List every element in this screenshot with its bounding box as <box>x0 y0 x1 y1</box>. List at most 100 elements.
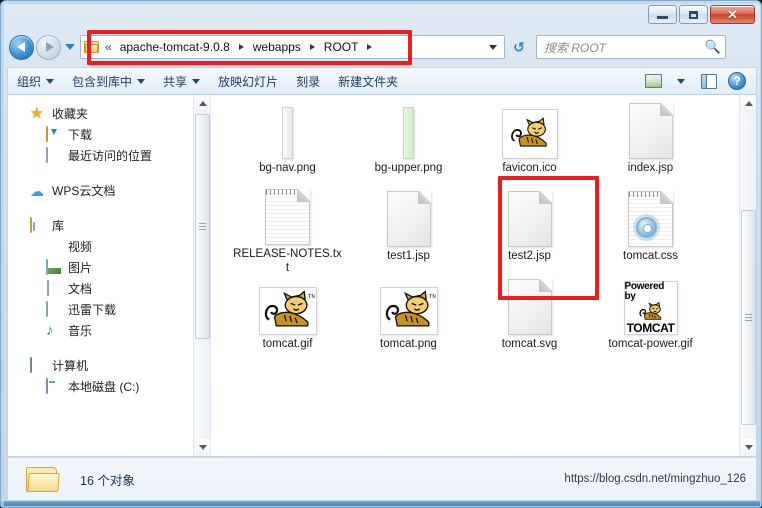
close-button[interactable]: ✕ <box>710 5 755 24</box>
recent-pages-dropdown[interactable] <box>65 44 75 50</box>
search-input[interactable]: 搜索 ROOT <box>544 39 705 56</box>
toolbar-item-include-in-library[interactable]: 包含到库中 <box>63 70 154 93</box>
toolbar-item-organize[interactable]: 组织 <box>8 70 63 93</box>
sidebar-item-label: 本地磁盘 (C:) <box>68 380 140 394</box>
nav-group-favorites: ★ 收藏夹 下载 最近访问的位置 <box>8 103 210 166</box>
breadcrumb-separator-icon[interactable] <box>238 44 244 50</box>
cloud-icon: ☁ <box>30 182 44 199</box>
forward-arrow-icon <box>45 42 54 52</box>
change-view-button[interactable] <box>640 70 666 92</box>
sidebar-item-label: 视频 <box>68 240 93 254</box>
minimize-button[interactable] <box>648 5 677 24</box>
toolbar-item-share[interactable]: 共享 <box>154 70 209 93</box>
image-bar-green-icon <box>403 107 414 159</box>
tomcat-powered-icon: Powered by TOMCAT <box>623 281 678 335</box>
breadcrumb-item-0[interactable]: apache-tomcat-9.0.8 <box>117 38 233 56</box>
maximize-icon <box>689 10 698 19</box>
navigation-row: « apache-tomcat-9.0.8 webapps ROOT ↺ 搜索 … <box>1 29 761 65</box>
chevron-up-icon <box>198 101 207 106</box>
scrollbar-thumb[interactable] <box>195 114 210 339</box>
sidebar-item-favorites[interactable]: ★ 收藏夹 <box>8 103 210 124</box>
filepane-scrollbar[interactable] <box>739 95 756 456</box>
file-item[interactable]: TM tomcat.gif <box>227 275 348 363</box>
breadcrumb-separator-icon[interactable] <box>309 44 315 50</box>
help-icon: ? <box>728 72 746 90</box>
file-item[interactable]: favicon.ico <box>469 99 590 187</box>
back-button[interactable] <box>9 34 34 60</box>
sidebar-item-libraries[interactable]: 库 <box>8 215 210 236</box>
sidebar-item-downloads[interactable]: 下载 <box>8 124 210 145</box>
file-item[interactable]: tomcat.svg <box>469 275 590 363</box>
folder-icon <box>26 465 60 494</box>
sidebar-item-music[interactable]: ♪ 音乐 <box>8 320 210 341</box>
file-item[interactable]: tomcat.css <box>590 187 711 275</box>
thunder-download-icon <box>46 300 62 318</box>
explorer-window: ✕ « apache-tomcat-9.0.8 webapps ROOT ↺ 搜… <box>0 0 762 508</box>
sidebar-item-computer[interactable]: 计算机 <box>8 355 210 376</box>
chevron-down-icon <box>192 78 201 84</box>
file-item[interactable]: TM tomcat.png <box>348 275 469 363</box>
file-item[interactable]: test1.jsp <box>348 187 469 275</box>
file-item[interactable]: Powered by TOMCAT tomcat-power.gif <box>590 275 711 363</box>
navpane-scrollbar[interactable] <box>193 95 210 456</box>
toolbar-label: 放映幻灯片 <box>218 74 279 89</box>
file-thumbnail <box>377 189 441 247</box>
file-item[interactable]: bg-upper.png <box>348 99 469 187</box>
refresh-button[interactable]: ↺ <box>508 35 530 59</box>
chevron-down-icon <box>489 44 497 50</box>
preview-pane-icon <box>701 73 717 89</box>
breadcrumb-item-1[interactable]: webapps <box>250 38 304 56</box>
file-item-test2-jsp[interactable]: test2.jsp <box>469 187 590 275</box>
nav-group-wps-cloud: ☁ WPS云文档 <box>8 180 210 201</box>
file-name: test2.jsp <box>508 250 551 262</box>
change-view-dropdown[interactable] <box>668 70 694 92</box>
toolbar-item-slideshow[interactable]: 放映幻灯片 <box>209 70 287 93</box>
file-name: tomcat.svg <box>501 338 558 350</box>
search-box[interactable]: 搜索 ROOT 🔍 <box>536 35 726 59</box>
scrollbar-thumb[interactable] <box>741 210 756 425</box>
sidebar-item-pictures[interactable]: 图片 <box>8 257 210 278</box>
maximize-button[interactable] <box>679 5 708 24</box>
sidebar-item-wps-cloud[interactable]: ☁ WPS云文档 <box>8 180 210 201</box>
file-item[interactable]: bg-nav.png <box>227 99 348 187</box>
scrollbar-grip-icon <box>745 314 752 321</box>
breadcrumb-item-2[interactable]: ROOT <box>321 38 362 56</box>
sidebar-item-label: 迅雷下载 <box>68 303 117 317</box>
forward-button[interactable] <box>36 34 61 60</box>
scroll-down-button[interactable] <box>740 439 756 456</box>
file-item[interactable]: RELEASE-NOTES.txt <box>227 187 348 275</box>
sidebar-item-recent-places[interactable]: 最近访问的位置 <box>8 145 210 166</box>
breadcrumb-separator-icon[interactable] <box>367 44 373 50</box>
sidebar-item-videos[interactable]: 视频 <box>8 236 210 257</box>
sidebar-item-label: 收藏夹 <box>52 107 89 121</box>
tomcat-logo-icon <box>510 117 547 147</box>
sidebar-item-label: 库 <box>52 219 65 233</box>
toolbar-item-burn[interactable]: 刻录 <box>287 70 329 93</box>
file-name: favicon.ico <box>502 162 557 174</box>
help-button[interactable]: ? <box>724 70 750 92</box>
sidebar-item-label: 下载 <box>68 128 93 142</box>
scroll-down-button[interactable] <box>194 439 210 456</box>
file-name: tomcat.png <box>380 338 437 350</box>
breadcrumb-overflow-icon[interactable]: « <box>102 40 117 54</box>
file-thumbnail <box>498 277 562 335</box>
address-history-dropdown[interactable] <box>484 36 502 58</box>
sidebar-item-thunder-download[interactable]: 迅雷下载 <box>8 299 210 320</box>
address-bar[interactable]: « apache-tomcat-9.0.8 webapps ROOT <box>80 35 505 59</box>
sidebar-item-label: 计算机 <box>52 359 89 373</box>
file-thumbnail <box>377 101 441 159</box>
item-count-label: 16 个对象 <box>80 473 135 488</box>
navigation-pane[interactable]: ★ 收藏夹 下载 最近访问的位置 ☁ WPS云文档 库 视频 图片 文档 迅雷下… <box>8 95 211 456</box>
svg-text:TM: TM <box>428 294 435 300</box>
file-list-pane[interactable]: bg-nav.png bg-upper.png favicon.ico inde… <box>211 95 756 456</box>
sidebar-item-documents[interactable]: 文档 <box>8 278 210 299</box>
scroll-up-button[interactable] <box>740 95 756 112</box>
documents-icon <box>46 279 62 297</box>
file-item[interactable]: index.jsp <box>590 99 711 187</box>
sidebar-item-local-disk-c[interactable]: 本地磁盘 (C:) <box>8 376 210 397</box>
preview-pane-button[interactable] <box>696 70 722 92</box>
scroll-up-button[interactable] <box>194 95 210 112</box>
video-icon <box>46 239 62 255</box>
tomcat-logo-icon: TM <box>264 290 315 327</box>
toolbar-item-new-folder[interactable]: 新建文件夹 <box>329 70 407 93</box>
